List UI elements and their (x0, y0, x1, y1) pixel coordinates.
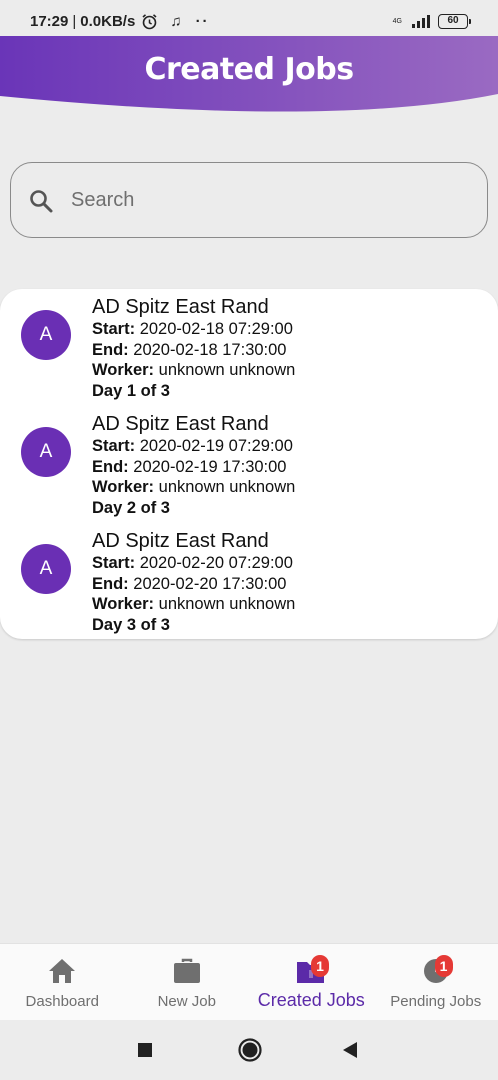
job-start-label: Start: (92, 320, 136, 338)
signal-icon (412, 15, 430, 28)
created-jobs-badge: 1 (311, 955, 329, 977)
job-details: AD Spitz East Rand Start: 2020-02-18 07:… (92, 295, 295, 402)
job-avatar: A (21, 544, 71, 594)
nav-pending-jobs[interactable]: 1 Pending Jobs (374, 944, 498, 1021)
job-start: Start: 2020-02-19 07:29:00 (92, 436, 295, 457)
network-type: 4G (392, 18, 402, 25)
search-input[interactable] (71, 183, 471, 217)
job-start: Start: 2020-02-18 07:29:00 (92, 319, 295, 340)
job-end-label: End: (92, 457, 129, 476)
job-start-label: Start: (92, 554, 136, 572)
job-worker-label: Worker: (92, 361, 155, 380)
home-icon (49, 959, 76, 983)
job-start-value: 2020-02-19 07:29:00 (139, 437, 293, 455)
nav-created-jobs[interactable]: 1 Created Jobs (249, 944, 374, 1021)
job-start-value: 2020-02-20 07:29:00 (139, 554, 293, 572)
job-end-label: End: (92, 340, 129, 359)
app-header: Created Jobs (0, 36, 498, 128)
job-worker-value: unknown unknown (158, 361, 296, 380)
job-worker-label: Worker: (92, 595, 155, 614)
status-separator: | (72, 13, 77, 30)
job-list-item[interactable]: A AD Spitz East Rand Start: 2020-02-20 0… (0, 523, 498, 640)
job-worker: Worker: unknown unknown (92, 594, 295, 615)
job-end-value: 2020-02-20 17:30:00 (133, 574, 287, 593)
search-box[interactable] (10, 162, 488, 238)
job-end: End: 2020-02-19 17:30:00 (92, 457, 295, 478)
job-title: AD Spitz East Rand (92, 530, 269, 552)
job-end: End: 2020-02-20 17:30:00 (92, 574, 295, 595)
status-right: 4G 60 (392, 14, 471, 29)
music-icon: ♫ (170, 13, 182, 30)
briefcase-icon (173, 958, 200, 983)
job-worker-value: unknown unknown (158, 595, 296, 614)
job-list-item[interactable]: A AD Spitz East Rand Start: 2020-02-18 0… (0, 289, 498, 406)
nav-label: New Job (157, 993, 216, 1010)
status-speed: 0.0KB/s (80, 13, 136, 30)
job-start-label: Start: (92, 437, 136, 455)
job-day: Day 2 of 3 (92, 498, 170, 517)
job-end-label: End: (92, 574, 129, 593)
nav-new-job[interactable]: New Job (125, 944, 250, 1021)
recent-apps-icon[interactable] (137, 1042, 153, 1058)
search-icon (30, 190, 53, 213)
alarm-icon (142, 14, 157, 30)
back-icon[interactable] (342, 1041, 358, 1059)
job-avatar: A (21, 427, 71, 477)
nav-dashboard[interactable]: Dashboard (0, 944, 125, 1021)
status-time: 17:29 (30, 13, 69, 30)
pending-jobs-badge: 1 (434, 955, 453, 977)
nav-label: Pending Jobs (390, 993, 482, 1010)
jobs-list: A AD Spitz East Rand Start: 2020-02-18 0… (0, 289, 498, 639)
job-details: AD Spitz East Rand Start: 2020-02-20 07:… (92, 529, 295, 636)
job-worker-label: Worker: (92, 478, 155, 497)
job-worker: Worker: unknown unknown (92, 477, 295, 498)
job-worker-value: unknown unknown (158, 478, 296, 497)
bottom-nav: Dashboard New Job 1 Created Jobs 1 Pendi… (0, 943, 498, 1020)
job-end: End: 2020-02-18 17:30:00 (92, 340, 295, 361)
home-circle-icon[interactable] (237, 1037, 263, 1063)
nav-label: Dashboard (25, 993, 99, 1010)
job-end-value: 2020-02-18 17:30:00 (133, 340, 287, 359)
job-worker: Worker: unknown unknown (92, 360, 295, 381)
system-nav-bar (0, 1020, 498, 1080)
job-title: AD Spitz East Rand (92, 296, 269, 318)
nav-label: Created Jobs (257, 990, 365, 1010)
page-title: Created Jobs (144, 52, 354, 87)
job-details: AD Spitz East Rand Start: 2020-02-19 07:… (92, 412, 295, 519)
battery-icon: 60 (438, 14, 471, 29)
job-title: AD Spitz East Rand (92, 413, 269, 435)
job-day: Day 3 of 3 (92, 615, 170, 634)
job-start-value: 2020-02-18 07:29:00 (139, 320, 293, 338)
job-avatar: A (21, 310, 71, 360)
status-left: 17:29 | 0.0KB/s ♫ ·· (30, 13, 210, 30)
more-notifications-icon: ·· (195, 13, 210, 30)
job-list-item[interactable]: A AD Spitz East Rand Start: 2020-02-19 0… (0, 406, 498, 523)
job-start: Start: 2020-02-20 07:29:00 (92, 553, 295, 574)
job-end-value: 2020-02-19 17:30:00 (133, 457, 287, 476)
job-day: Day 1 of 3 (92, 381, 170, 400)
